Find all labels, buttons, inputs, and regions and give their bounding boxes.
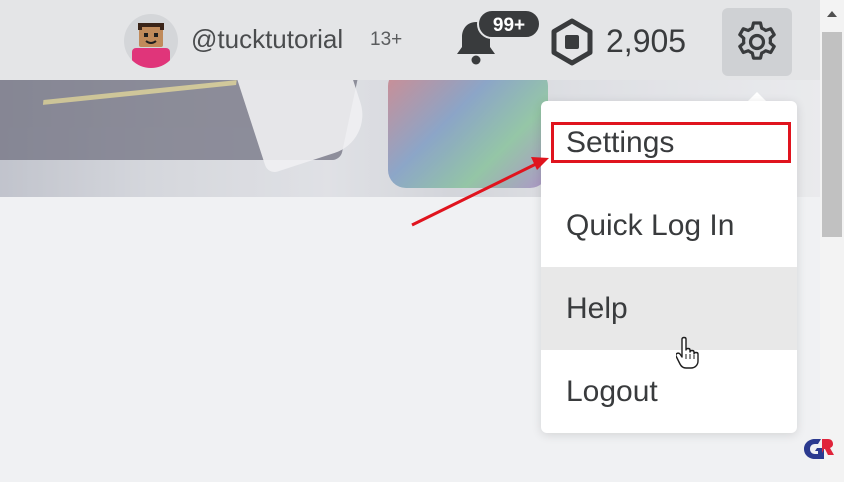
gear-icon	[738, 21, 776, 60]
top-nav-bar: @tucktutorial 13+ 99+ 2,905	[0, 0, 820, 80]
robux-icon	[551, 18, 593, 66]
menu-item-logout[interactable]: Logout	[541, 350, 797, 433]
scroll-up-arrow-icon[interactable]	[825, 7, 839, 21]
notifications-badge: 99+	[477, 9, 541, 39]
dropdown-caret	[748, 92, 766, 101]
avatar[interactable]	[124, 14, 178, 68]
menu-item-help[interactable]: Help	[541, 267, 797, 350]
watermark-logo-icon	[804, 439, 834, 459]
scrollbar-thumb[interactable]	[822, 32, 842, 237]
robux-balance[interactable]: 2,905	[606, 23, 686, 60]
robux-button[interactable]	[548, 18, 596, 66]
avatar-image	[132, 23, 170, 68]
username[interactable]: @tucktutorial	[191, 24, 343, 55]
settings-gear-button[interactable]	[722, 8, 792, 76]
annotation-highlight-box	[551, 122, 791, 163]
age-badge: 13+	[370, 29, 403, 50]
menu-item-quick-log-in[interactable]: Quick Log In	[541, 184, 797, 267]
hand-cursor-icon	[676, 336, 699, 369]
